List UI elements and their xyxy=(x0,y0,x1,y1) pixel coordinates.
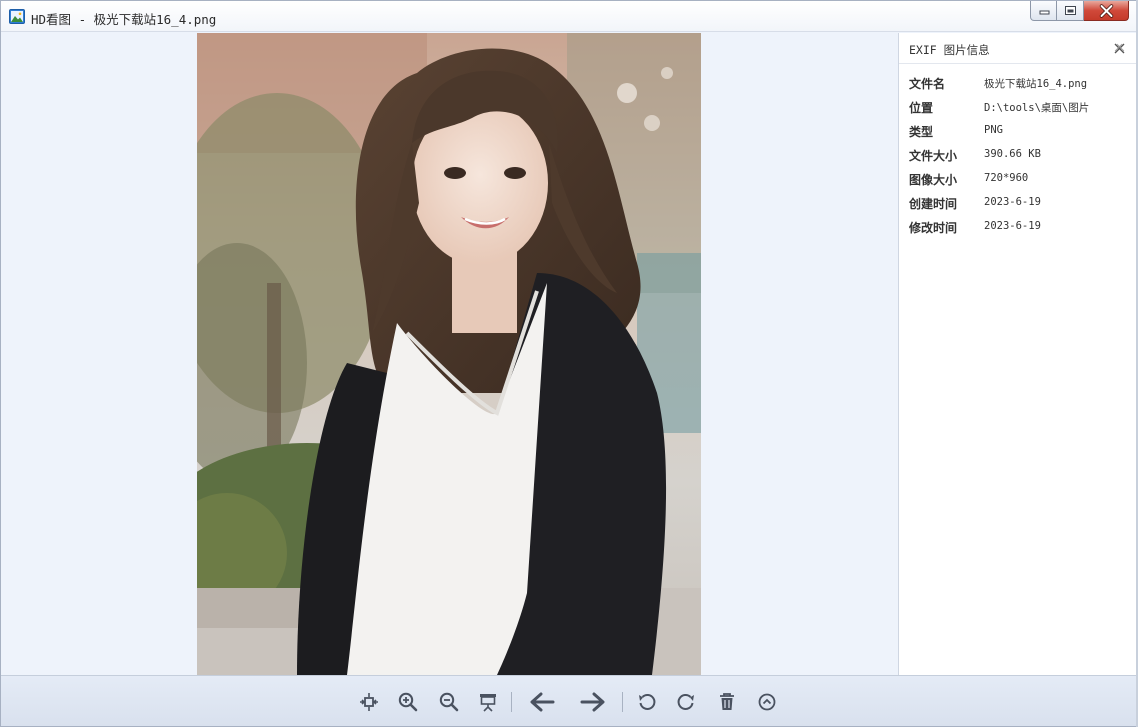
zoom-in-icon xyxy=(398,692,418,711)
chevron-up-icon xyxy=(758,693,776,710)
exif-header: EXIF 图片信息 xyxy=(899,33,1137,64)
minimize-button[interactable] xyxy=(1030,1,1057,21)
exif-key: 图像大小 xyxy=(909,173,958,187)
exif-value: PNG xyxy=(984,124,1003,136)
exif-key: 位置 xyxy=(909,101,934,115)
exif-title: EXIF 图片信息 xyxy=(909,43,990,57)
maximize-icon xyxy=(1065,6,1076,15)
window-title: HD看图 - 极光下载站16_4.png xyxy=(31,12,217,27)
exif-value: 极光下载站16_4.png xyxy=(984,78,1088,90)
exif-key: 文件名 xyxy=(909,77,946,91)
zoom-out-button[interactable] xyxy=(437,676,461,726)
next-button[interactable] xyxy=(579,676,607,726)
zoom-out-icon xyxy=(439,692,459,711)
exif-key: 修改时间 xyxy=(909,221,958,235)
exif-value: 390.66 KB xyxy=(984,148,1041,160)
slideshow-button[interactable] xyxy=(476,676,500,726)
exif-value: 2023-6-19 xyxy=(984,220,1041,232)
exif-key: 类型 xyxy=(909,125,934,139)
previous-button[interactable] xyxy=(528,676,556,726)
minimize-icon xyxy=(1039,10,1050,15)
exif-value: 720*960 xyxy=(984,172,1029,184)
exif-value: 2023-6-19 xyxy=(984,196,1041,208)
close-icon xyxy=(1099,4,1114,18)
exif-key: 创建时间 xyxy=(909,197,958,211)
exif-value: D:\tools\桌面\图片 xyxy=(984,102,1090,114)
toolbar-divider xyxy=(511,692,512,712)
delete-button[interactable] xyxy=(715,676,739,726)
trash-icon xyxy=(720,692,734,710)
window-controls xyxy=(1030,1,1129,23)
image-icon xyxy=(9,9,25,24)
maximize-button[interactable] xyxy=(1057,1,1084,21)
exif-key: 文件大小 xyxy=(909,149,958,163)
close-button[interactable] xyxy=(1084,1,1129,21)
fit-window-icon xyxy=(360,692,378,711)
photo-illustration xyxy=(197,33,701,675)
bottom-toolbar xyxy=(1,675,1137,726)
more-button[interactable] xyxy=(755,676,779,726)
app-window: HD看图 - 极光下载站16_4.png EXIF 图片信息 文件名 极光下载站… xyxy=(0,0,1138,727)
zoom-in-button[interactable] xyxy=(396,676,420,726)
rotate-right-icon xyxy=(677,693,694,710)
displayed-photo[interactable] xyxy=(197,33,701,675)
rotate-right-button[interactable] xyxy=(674,676,698,726)
title-bar[interactable]: HD看图 - 极光下载站16_4.png xyxy=(1,1,1137,32)
slideshow-icon xyxy=(480,693,496,712)
arrow-left-icon xyxy=(530,692,555,711)
exif-panel: EXIF 图片信息 文件名 极光下载站16_4.png 位置 D:\tools\… xyxy=(898,33,1137,675)
rotate-left-icon xyxy=(639,693,656,710)
image-viewport[interactable] xyxy=(1,33,898,675)
arrow-right-icon xyxy=(580,692,605,711)
rotate-left-button[interactable] xyxy=(635,676,659,726)
toolbar-divider xyxy=(622,692,623,712)
exif-close-icon[interactable] xyxy=(1114,43,1125,54)
fit-window-button[interactable] xyxy=(357,676,381,726)
